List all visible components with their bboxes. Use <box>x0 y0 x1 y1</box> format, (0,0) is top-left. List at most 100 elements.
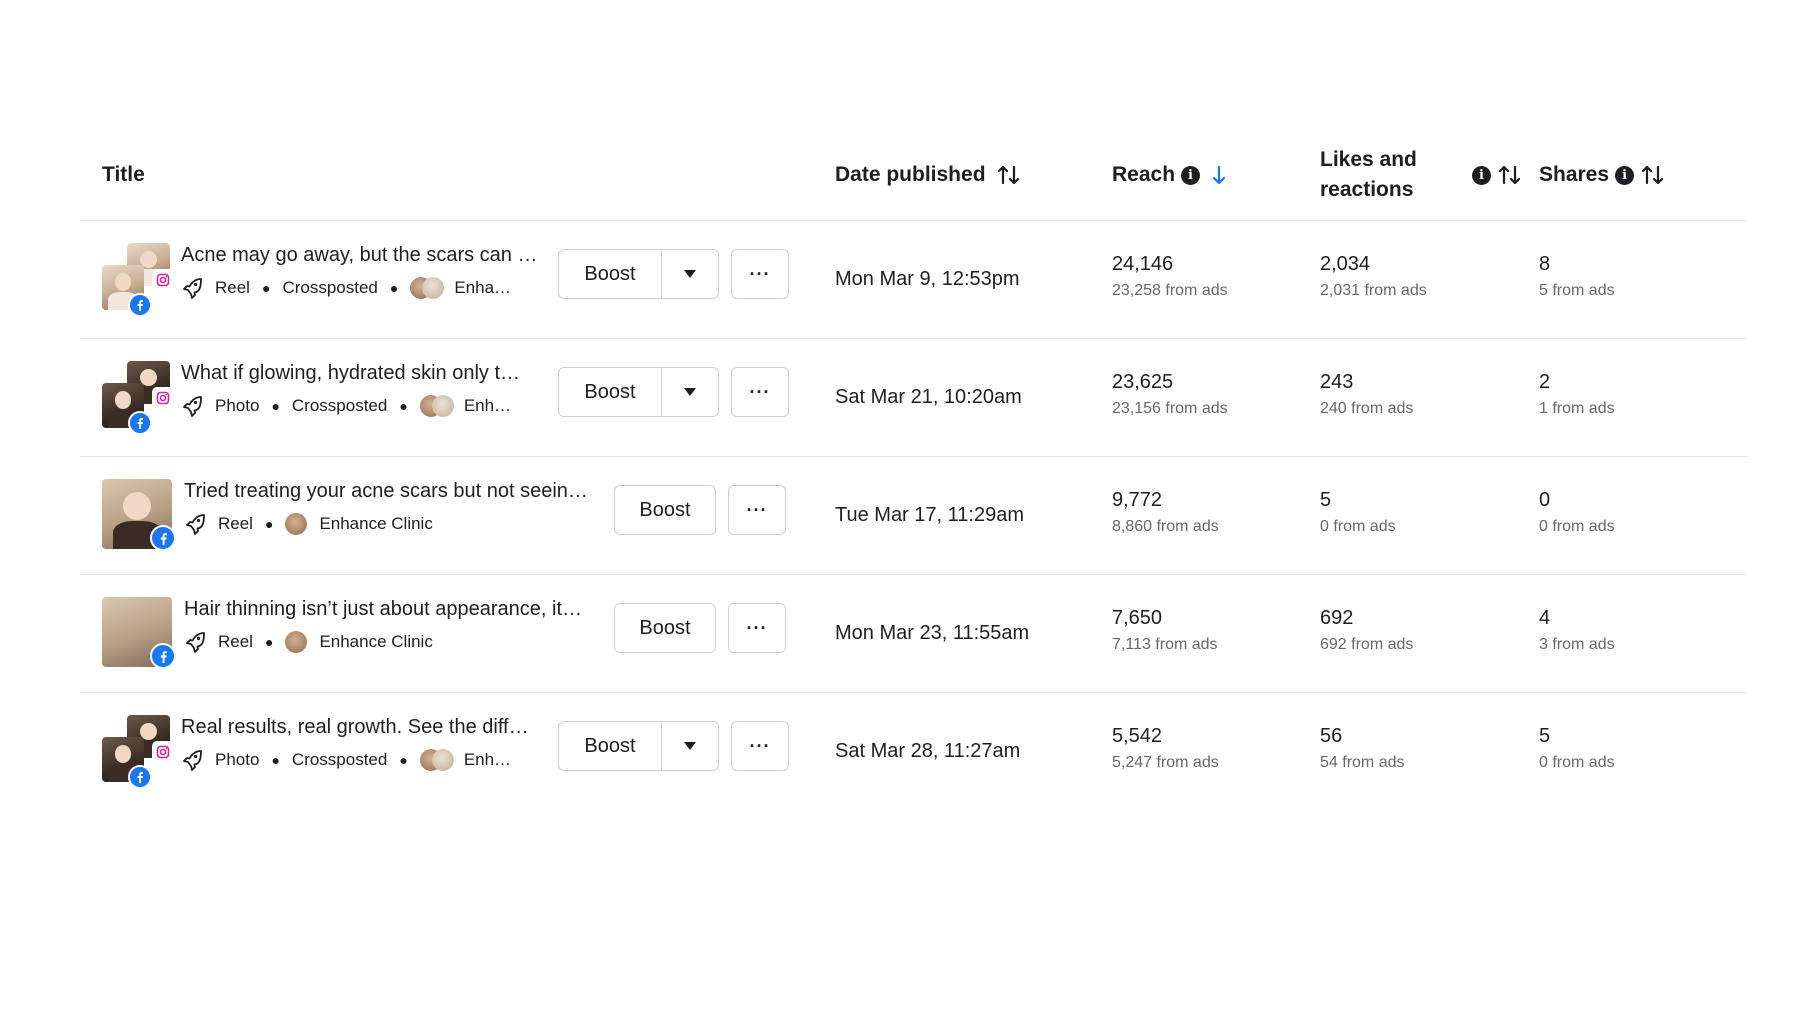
reach-cell: 5,542 5,247 from ads <box>1112 725 1219 771</box>
likes-cell: 243 240 from ads <box>1320 371 1414 417</box>
account-avatar <box>285 631 308 653</box>
post-thumbnail[interactable] <box>102 597 176 669</box>
boost-controls: Boost ··· <box>558 367 789 417</box>
post-info: What if glowing, hydrated skin only t… P… <box>181 362 551 417</box>
instagram-icon <box>152 741 174 763</box>
facebook-icon <box>150 643 176 669</box>
post-type: Photo <box>215 396 260 415</box>
post-type: Reel <box>218 632 253 651</box>
more-icon: ··· <box>749 263 771 284</box>
account-name: Enhance Clinic <box>319 514 433 533</box>
post-title[interactable]: Hair thinning isn’t just about appearanc… <box>184 598 604 621</box>
sort-both-icon[interactable] <box>1640 164 1666 186</box>
caret-down-icon <box>684 388 696 396</box>
boost-button[interactable]: Boost <box>559 368 662 416</box>
shares-cell: 0 0 from ads <box>1539 489 1615 535</box>
boost-dropdown-button[interactable] <box>662 722 718 770</box>
boost-controls: Boost ··· <box>558 249 789 299</box>
post-title[interactable]: Tried treating your acne scars but not s… <box>184 480 604 503</box>
table-row[interactable]: Tried treating your acne scars but not s… <box>80 457 1747 575</box>
account-avatar <box>285 513 308 535</box>
crossposted-label: Crossposted <box>291 396 388 415</box>
facebook-icon <box>128 293 152 317</box>
more-options-button[interactable]: ··· <box>731 367 789 417</box>
rocket-icon <box>181 277 203 299</box>
boost-button[interactable]: Boost <box>614 603 716 653</box>
post-title[interactable]: Real results, real growth. See the diff… <box>181 716 551 739</box>
more-options-button[interactable]: ··· <box>728 485 786 535</box>
reach-cell: 7,650 7,113 from ads <box>1112 607 1218 653</box>
more-options-button[interactable]: ··· <box>728 603 786 653</box>
post-meta: Reel ● Enhance Clinic <box>184 631 604 653</box>
post-meta: Photo ● Crossposted ● Enh… <box>181 395 551 417</box>
crossposted-label: Crossposted <box>282 278 378 297</box>
more-options-button[interactable]: ··· <box>731 721 789 771</box>
post-info: Acne may go away, but the scars can … Re… <box>181 244 551 299</box>
post-meta: Photo ● Crossposted ● Enh… <box>181 749 551 771</box>
likes-cell: 56 54 from ads <box>1320 725 1405 771</box>
more-icon: ··· <box>749 381 771 402</box>
post-thumbnail[interactable] <box>102 479 176 551</box>
table-row[interactable]: Hair thinning isn’t just about appearanc… <box>80 575 1747 693</box>
post-thumbnail[interactable] <box>102 715 174 789</box>
rocket-icon <box>184 631 206 653</box>
sort-both-icon[interactable] <box>1497 164 1523 186</box>
sort-both-icon[interactable] <box>996 164 1022 186</box>
rocket-icon <box>181 395 203 417</box>
more-options-button[interactable]: ··· <box>731 249 789 299</box>
boost-button[interactable]: Boost <box>614 485 716 535</box>
boost-split-button: Boost <box>558 249 719 299</box>
table-row[interactable]: What if glowing, hydrated skin only t… P… <box>80 339 1747 457</box>
caret-down-icon <box>684 270 696 278</box>
column-header-date-published[interactable]: Date published <box>835 130 1022 220</box>
boost-dropdown-button[interactable] <box>662 250 718 298</box>
account-name: Enha… <box>454 278 512 297</box>
post-type: Reel <box>218 514 253 533</box>
post-info: Real results, real growth. See the diff…… <box>181 716 551 771</box>
reach-cell: 24,146 23,258 from ads <box>1112 253 1228 299</box>
info-icon[interactable]: i <box>1472 165 1491 185</box>
crossposted-label: Crossposted <box>291 750 388 769</box>
column-header-title: Title <box>102 163 145 186</box>
boost-button[interactable]: Boost <box>559 722 662 770</box>
shares-cell: 4 3 from ads <box>1539 607 1615 653</box>
boost-split-button: Boost <box>558 721 719 771</box>
column-header-shares[interactable]: Shares i <box>1539 130 1666 220</box>
instagram-icon <box>152 387 174 409</box>
likes-cell: 692 692 from ads <box>1320 607 1414 653</box>
boost-controls: Boost ··· <box>614 603 786 653</box>
post-info: Tried treating your acne scars but not s… <box>184 480 604 535</box>
boost-controls: Boost ··· <box>558 721 789 771</box>
account-name: Enhance Clinic <box>319 632 433 651</box>
info-icon[interactable]: i <box>1615 165 1635 185</box>
shares-cell: 5 0 from ads <box>1539 725 1615 771</box>
shares-cell: 8 5 from ads <box>1539 253 1615 299</box>
likes-cell: 5 0 from ads <box>1320 489 1396 535</box>
table-row[interactable]: Real results, real growth. See the diff…… <box>80 693 1747 810</box>
table-row[interactable]: Acne may go away, but the scars can … Re… <box>80 221 1747 339</box>
shares-cell: 2 1 from ads <box>1539 371 1615 417</box>
facebook-icon <box>150 525 176 551</box>
likes-cell: 2,034 2,031 from ads <box>1320 253 1427 299</box>
date-published: Mon Mar 9, 12:53pm <box>835 268 1020 290</box>
caret-down-icon <box>684 742 696 750</box>
boost-dropdown-button[interactable] <box>662 368 718 416</box>
date-published: Tue Mar 17, 11:29am <box>835 504 1024 526</box>
column-header-reach[interactable]: Reach i <box>1112 130 1228 220</box>
account-avatars <box>419 749 456 771</box>
info-icon[interactable]: i <box>1181 165 1201 185</box>
boost-button[interactable]: Boost <box>559 250 662 298</box>
boost-split-button: Boost <box>558 367 719 417</box>
account-name: Enh… <box>463 750 512 769</box>
posts-table: Title Date published Reach i Likes and r… <box>80 130 1747 810</box>
column-header-likes-reactions[interactable]: Likes and reactions <box>1320 130 1417 220</box>
reach-cell: 9,772 8,860 from ads <box>1112 489 1219 535</box>
post-thumbnail[interactable] <box>102 361 174 435</box>
post-title[interactable]: Acne may go away, but the scars can … <box>181 244 551 267</box>
facebook-icon <box>128 411 152 435</box>
likes-header-controls: i <box>1466 130 1523 220</box>
sort-descending-icon[interactable] <box>1210 164 1228 186</box>
post-type: Photo <box>215 750 260 769</box>
post-thumbnail[interactable] <box>102 243 174 317</box>
post-title[interactable]: What if glowing, hydrated skin only t… <box>181 362 551 385</box>
